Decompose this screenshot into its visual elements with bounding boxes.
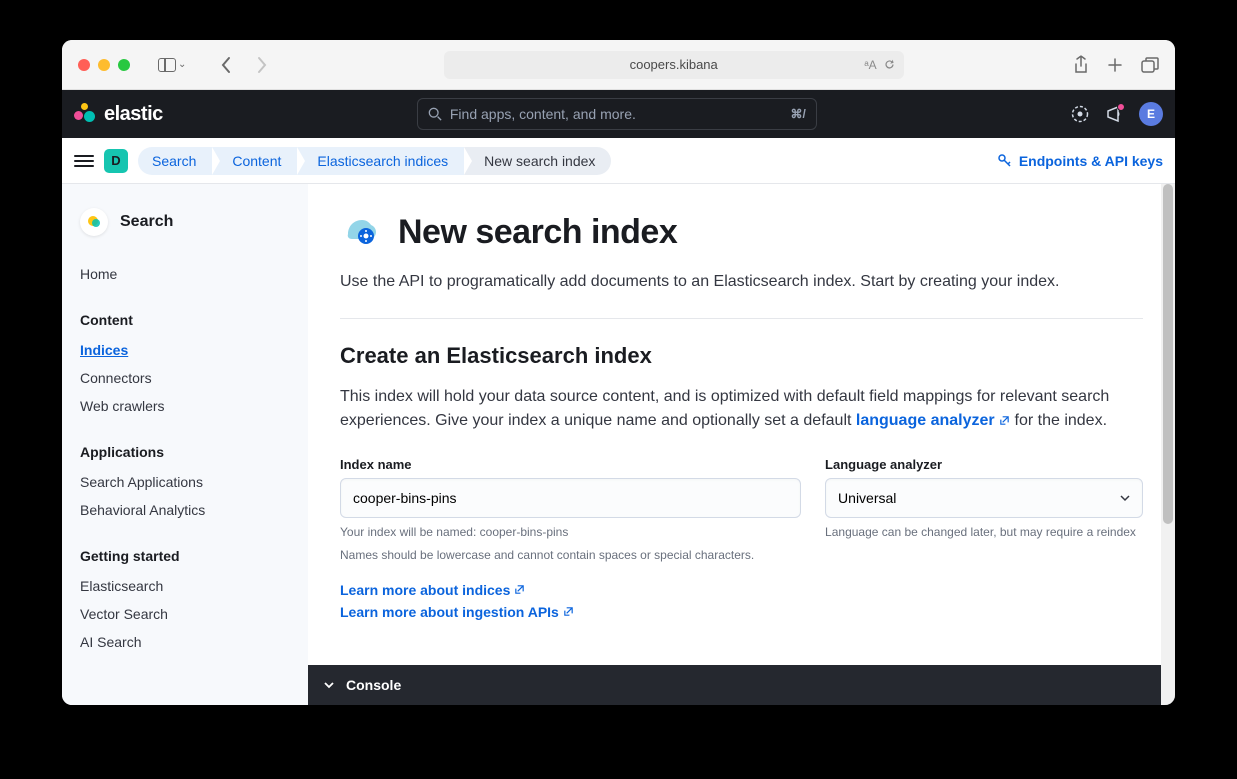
breadcrumb-search[interactable]: Search [138,147,212,175]
elastic-logo-text: elastic [104,103,163,126]
global-search[interactable]: Find apps, content, and more. ⌘/ [417,98,817,130]
browser-titlebar: ⌄ coopers.kibana ᵃA [62,40,1175,90]
breadcrumb-current: New search index [464,147,611,175]
sidebar-toggle-button[interactable]: ⌄ [158,58,186,72]
reload-icon[interactable] [883,58,896,72]
sidebar-item-elasticsearch[interactable]: Elasticsearch [80,572,290,600]
breadcrumb-indices[interactable]: Elasticsearch indices [297,147,464,175]
space-badge[interactable]: D [104,149,128,173]
scrollbar-thumb[interactable] [1163,184,1173,524]
console-bar[interactable]: Console [308,665,1175,705]
main-area: Search Home Content Indices Connectors W… [62,184,1175,705]
divider [340,318,1143,319]
index-name-input[interactable] [340,478,801,518]
new-tab-icon[interactable] [1107,57,1123,73]
window-controls [78,59,130,71]
section-title: Create an Elasticsearch index [340,343,1143,369]
sidebar-home[interactable]: Home [80,260,290,288]
endpoints-link[interactable]: Endpoints & API keys [997,153,1163,169]
sidebar-item-vector-search[interactable]: Vector Search [80,600,290,628]
page-icon [340,212,380,252]
index-name-label: Index name [340,457,801,472]
sidebar-item-indices[interactable]: Indices [80,336,290,364]
page-description: Use the API to programatically add docum… [340,270,1143,294]
search-icon [428,107,442,121]
elastic-logo[interactable]: elastic [74,103,163,126]
sidebar-item-ai-search[interactable]: AI Search [80,628,290,656]
forward-button[interactable] [250,53,274,77]
user-avatar[interactable]: E [1139,102,1163,126]
search-app-icon [80,208,108,236]
chevron-down-icon [322,678,336,692]
external-link-icon [563,606,574,617]
language-label: Language analyzer [825,457,1143,472]
console-label: Console [346,677,401,693]
back-button[interactable] [214,53,238,77]
section-description: This index will hold your data source co… [340,385,1143,433]
tabs-icon[interactable] [1141,57,1159,73]
language-analyzer-link[interactable]: language analyzer [856,412,1010,429]
sidebar-item-behavioral-analytics[interactable]: Behavioral Analytics [80,496,290,524]
chevron-down-icon [1119,492,1131,504]
index-help-1: Your index will be named: cooper-bins-pi… [340,524,801,541]
sidebar: Search Home Content Indices Connectors W… [62,184,308,705]
sidebar-section-applications: Applications [80,444,290,460]
sidebar-item-web-crawlers[interactable]: Web crawlers [80,392,290,420]
sidebar-item-connectors[interactable]: Connectors [80,364,290,392]
search-placeholder: Find apps, content, and more. [450,106,636,122]
close-window-button[interactable] [78,59,90,71]
language-help: Language can be changed later, but may r… [825,524,1143,541]
chevron-down-icon: ⌄ [178,59,186,70]
url-text: coopers.kibana [630,57,718,72]
help-icon[interactable] [1071,105,1089,123]
sidebar-item-search-applications[interactable]: Search Applications [80,468,290,496]
external-link-icon [514,584,525,595]
minimize-window-button[interactable] [98,59,110,71]
sidebar-section-getting-started: Getting started [80,548,290,564]
sidebar-title: Search [80,208,290,236]
index-help-2: Names should be lowercase and cannot con… [340,547,801,564]
language-select[interactable]: Universal [825,478,1143,518]
browser-window: ⌄ coopers.kibana ᵃA [62,40,1175,705]
sidebar-section-content: Content [80,312,290,328]
maximize-window-button[interactable] [118,59,130,71]
news-icon[interactable] [1105,105,1123,123]
sidebar-icon [158,58,176,72]
address-bar[interactable]: coopers.kibana ᵃA [444,51,904,79]
app-content: elastic Find apps, content, and more. ⌘/… [62,90,1175,705]
kibana-header: elastic Find apps, content, and more. ⌘/… [62,90,1175,138]
page-title: New search index [398,213,677,252]
notification-dot [1117,103,1125,111]
breadcrumb: Search Content Elasticsearch indices New… [138,147,611,175]
page-content: New search index Use the API to programa… [308,184,1175,705]
breadcrumb-content[interactable]: Content [212,147,297,175]
nav-menu-button[interactable] [74,151,94,171]
breadcrumb-bar: D Search Content Elasticsearch indices N… [62,138,1175,184]
learn-indices-link[interactable]: Learn more about indices [340,582,1143,598]
search-shortcut: ⌘/ [791,107,806,121]
translate-icon[interactable]: ᵃA [864,58,876,72]
scrollbar[interactable] [1161,184,1175,705]
share-icon[interactable] [1073,55,1089,75]
learn-ingestion-link[interactable]: Learn more about ingestion APIs [340,604,1143,620]
key-icon [997,153,1013,169]
elastic-logo-icon [74,103,96,125]
